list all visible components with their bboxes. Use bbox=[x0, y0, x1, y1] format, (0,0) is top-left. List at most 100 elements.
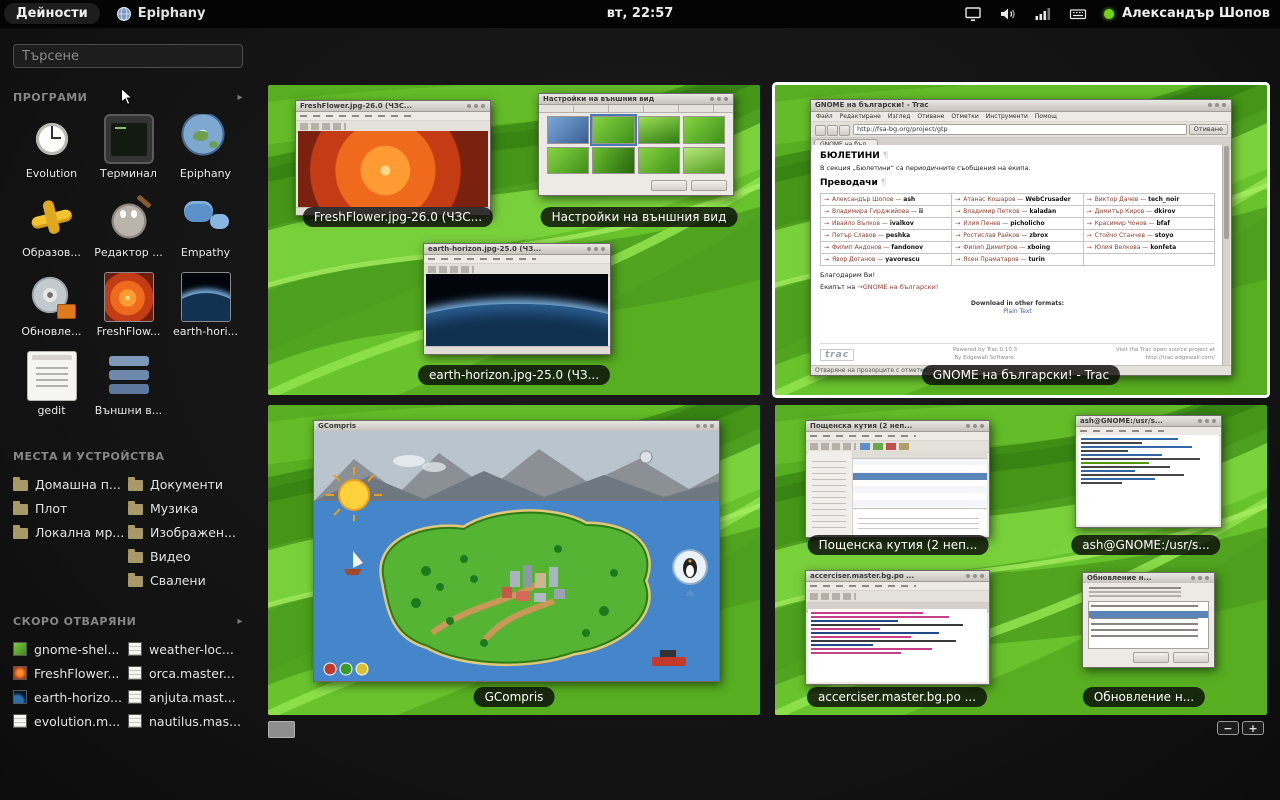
appearance-settings-window[interactable]: Настройки на външния вид bbox=[538, 93, 734, 196]
app-menu[interactable]: Epiphany bbox=[116, 6, 206, 22]
volume-icon[interactable] bbox=[999, 5, 1017, 23]
translator-nick: fandonov bbox=[891, 244, 923, 251]
text-file-icon bbox=[128, 714, 142, 728]
recent-section-header: СКОРО ОТВАРЯНИ ▸ bbox=[13, 615, 243, 628]
place-item[interactable]: Музика bbox=[128, 496, 243, 520]
app-item[interactable]: Обновле... bbox=[13, 269, 90, 348]
place-item[interactable]: Локална мр... bbox=[13, 520, 128, 544]
wallpaper-thumb bbox=[547, 147, 589, 175]
dialog-buttons bbox=[651, 180, 727, 191]
display-icon[interactable] bbox=[964, 5, 982, 23]
add-workspace-button[interactable]: + bbox=[1242, 721, 1264, 735]
mail-layout bbox=[808, 451, 987, 535]
app-item[interactable]: Empathy bbox=[167, 190, 244, 269]
app-item[interactable]: Външни в... bbox=[90, 348, 167, 427]
recent-item[interactable]: evolution.m... bbox=[13, 709, 128, 733]
update-dialog-body bbox=[1083, 583, 1214, 667]
wallpaper-thumb bbox=[683, 116, 725, 144]
place-item[interactable]: Плот bbox=[13, 496, 128, 520]
translators-table: Александър Шопов — ash Атанас Кошаров — … bbox=[820, 193, 1215, 266]
window-caption: Пощенска кутия (2 неп... bbox=[808, 535, 989, 555]
translator-cell: Илия Пенев — picholicho bbox=[952, 218, 1083, 230]
place-item[interactable]: Видео bbox=[128, 544, 243, 568]
workspace-indicator[interactable] bbox=[268, 721, 295, 738]
app-item[interactable]: earth-hori... bbox=[167, 269, 244, 348]
text-line bbox=[1081, 466, 1170, 468]
programs-expander-icon[interactable]: ▸ bbox=[237, 92, 243, 103]
workspace-1[interactable]: FreshFlower.jpg-26.0 (ЧЗС... Настройки н… bbox=[268, 85, 760, 395]
keyboard-icon[interactable] bbox=[1069, 5, 1087, 23]
gedit-window[interactable]: accerciser.master.bg.po ... bbox=[805, 570, 990, 685]
translator-nick: ivalkov bbox=[890, 220, 914, 227]
place-label: Домашна п... bbox=[35, 477, 121, 492]
app-item[interactable]: gedit bbox=[13, 348, 90, 427]
app-label: Empathy bbox=[181, 246, 230, 259]
app-item[interactable]: Редактор ... bbox=[90, 190, 167, 269]
window-caption: ash@GNOME:/usr/s... bbox=[1071, 535, 1220, 555]
search-input[interactable] bbox=[13, 44, 243, 68]
translator-name: Александър Шопов — bbox=[832, 196, 901, 203]
recent-item[interactable]: orca.master... bbox=[128, 661, 243, 685]
recent-item[interactable]: nautilus.mas... bbox=[128, 709, 243, 733]
recent-item[interactable]: FreshFlower... bbox=[13, 661, 128, 685]
recent-expander-icon[interactable]: ▸ bbox=[237, 616, 243, 627]
window-titlebar: ash@GNOME:/usr/s... bbox=[1076, 416, 1221, 427]
place-item[interactable]: Домашна п... bbox=[13, 472, 128, 496]
earth-photo bbox=[426, 274, 608, 346]
workspace-2-active[interactable]: GNOME на български! - Trac ФайлРедактира… bbox=[775, 85, 1267, 395]
wallpaper-thumb bbox=[683, 147, 725, 175]
translator-nick: WebCrusader bbox=[1025, 196, 1070, 203]
window-titlebar: Настройки на външния вид bbox=[539, 94, 733, 105]
epiphany-browser-window[interactable]: GNOME на български! - Trac ФайлРедактира… bbox=[810, 99, 1232, 376]
translator-name: Филип Димитров — bbox=[963, 244, 1025, 251]
workspace-3[interactable]: GCompris bbox=[268, 405, 760, 715]
clock[interactable]: вт, 22:57 bbox=[607, 0, 674, 27]
remove-workspace-button[interactable]: − bbox=[1217, 721, 1239, 735]
translator-nick: yavorescu bbox=[885, 256, 919, 263]
app-item[interactable]: Epiphany bbox=[167, 111, 244, 190]
terminal-window[interactable]: ash@GNOME:/usr/s... bbox=[1075, 415, 1222, 528]
text-file-icon bbox=[128, 690, 142, 704]
workspace-4[interactable]: Пощенска кутия (2 неп... ash@GNOME:/usr/… bbox=[775, 405, 1267, 715]
app-item[interactable]: FreshFlow... bbox=[90, 269, 167, 348]
activities-button[interactable]: Дейности bbox=[4, 3, 100, 24]
videos-folder-icon bbox=[128, 552, 143, 563]
recent-item[interactable]: weather-loc... bbox=[128, 637, 243, 661]
text-line bbox=[811, 632, 939, 634]
gcompris-window[interactable]: GCompris bbox=[313, 420, 720, 682]
translator-cell: Ясен Праматаров — turin bbox=[952, 254, 1083, 266]
browser-toolbar: http://fsa-bg.org/project/gtp Отиване bbox=[811, 122, 1231, 138]
translator-name: Владимира Гирджийова — bbox=[832, 208, 917, 215]
app-item[interactable]: Терминал bbox=[90, 111, 167, 190]
evolution-mail-window[interactable]: Пощенска кутия (2 неп... bbox=[805, 420, 990, 538]
software-update-window[interactable]: Обновление н... bbox=[1082, 572, 1215, 668]
translator-cell: Виктор Дачев — tech_noir bbox=[1084, 194, 1215, 206]
trac-page: БЮЛЕТИНИ¶ В секция „Бюлетини“ са периоди… bbox=[812, 145, 1223, 366]
recent-label: FreshFlower... bbox=[34, 666, 119, 681]
place-label: Свалени bbox=[150, 573, 206, 588]
image-viewer-window-flower[interactable]: FreshFlower.jpg-26.0 (ЧЗС... bbox=[295, 100, 491, 216]
recent-item[interactable]: anjuta.mast... bbox=[128, 685, 243, 709]
top-bar: Дейности Epiphany вт, 22:57 bbox=[0, 0, 1280, 28]
translator-name: Красимир Чонов — bbox=[1095, 220, 1155, 227]
network-signal-icon[interactable] bbox=[1034, 5, 1052, 23]
window-titlebar: GNOME на български! - Trac bbox=[811, 100, 1231, 112]
translator-name: Стойчо Станчев — bbox=[1095, 232, 1153, 239]
place-item[interactable]: Документи bbox=[128, 472, 243, 496]
app-item[interactable]: Образов... bbox=[13, 190, 90, 269]
place-item[interactable]: Изображен... bbox=[128, 520, 243, 544]
recent-item[interactable]: gnome-shel... bbox=[13, 637, 128, 661]
team-prefix: Екипът на bbox=[820, 283, 855, 291]
text-line bbox=[811, 640, 956, 642]
user-menu[interactable]: Александър Шопов bbox=[1104, 6, 1270, 21]
page-heading: БЮЛЕТИНИ¶ bbox=[820, 151, 1215, 161]
recent-item[interactable]: earth-horizo... bbox=[13, 685, 128, 709]
place-label: Видео bbox=[150, 549, 191, 564]
flower-photo bbox=[298, 131, 488, 207]
image-viewer-window-earth[interactable]: earth-horizon.jpg-25.0 (ЧЗ... bbox=[423, 243, 611, 355]
app-item[interactable]: Evolution bbox=[13, 111, 90, 190]
powered-by: Powered by Trac 0.10.3 By Edgewall Softw… bbox=[953, 347, 1017, 362]
translator-name: Виктор Дачев — bbox=[1095, 196, 1147, 203]
place-item[interactable]: Свалени bbox=[128, 568, 243, 592]
translator-nick: zbrox bbox=[1029, 232, 1048, 239]
